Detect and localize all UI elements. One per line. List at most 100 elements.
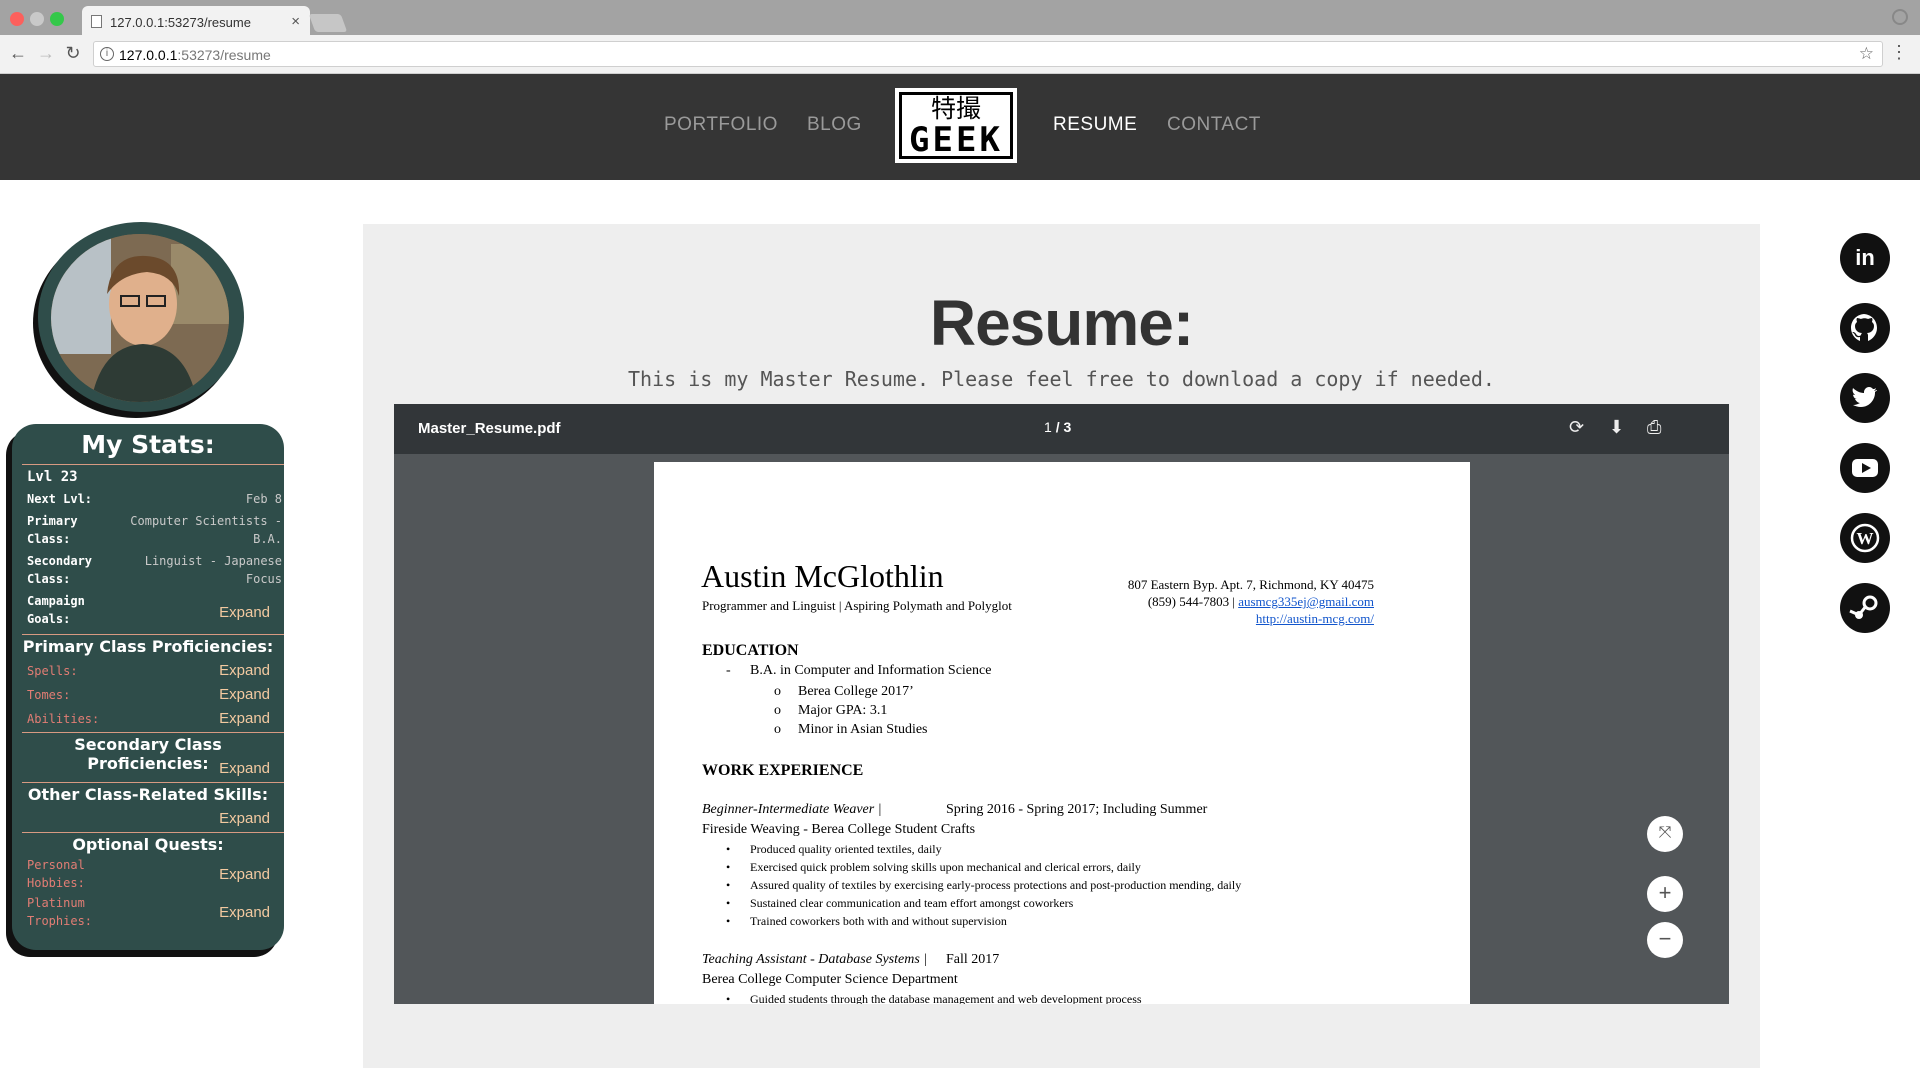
logo-english-text: GEEK <box>909 120 1003 160</box>
pdf-total-pages: 3 <box>1063 419 1072 435</box>
reload-icon[interactable]: ↻ <box>63 43 83 64</box>
list-item: • Assured quality of textiles by exercisi… <box>726 876 1241 894</box>
divider <box>22 832 284 833</box>
list-bullet: • <box>726 896 731 910</box>
job-title: Beginner-Intermediate Weaver | <box>702 802 882 817</box>
expand-abilities[interactable]: Expand <box>219 710 270 727</box>
education-heading: EDUCATION <box>702 642 799 659</box>
list-item-text: Trained coworkers both with and without … <box>750 914 1007 928</box>
rotate-icon[interactable]: ⟳ <box>1569 417 1584 438</box>
maximize-window-button[interactable] <box>50 12 64 26</box>
divider <box>22 634 284 635</box>
resume-website-link[interactable]: http://austin-mcg.com/ <box>994 610 1374 627</box>
stat-value: Computer Scientists - B.A. <box>130 514 282 546</box>
degree-bullet: - <box>726 663 731 678</box>
list-bullet: • <box>726 914 731 928</box>
pdf-current-page[interactable]: 1 <box>1044 419 1052 435</box>
forward-arrow-icon[interactable]: → <box>36 43 56 64</box>
new-tab-button[interactable] <box>308 14 348 32</box>
browser-tab[interactable]: 127.0.0.1:53273/resume × <box>82 6 310 36</box>
list-item-text: Sustained clear communication and team e… <box>750 896 1074 910</box>
github-icon[interactable] <box>1840 303 1890 353</box>
pdf-page-indicator: 1 / 3 <box>1044 419 1071 435</box>
list-bullet: • <box>726 992 731 1004</box>
expand-campaign-goals[interactable]: Expand <box>219 604 270 621</box>
list-item: • Guided students through the database ma… <box>726 990 1142 1004</box>
print-icon[interactable]: ⎙ <box>1647 417 1661 438</box>
zoom-in-button[interactable]: + <box>1647 876 1683 912</box>
site-header: PORTFOLIO BLOG 特撮 GEEK RESUME CONTACT <box>0 74 1920 180</box>
fit-page-button[interactable]: ⤧ <box>1647 816 1683 852</box>
page-title: Resume: <box>929 287 1194 359</box>
list-bullet: o <box>774 722 781 737</box>
linkedin-icon[interactable]: in <box>1840 233 1890 283</box>
close-window-button[interactable] <box>10 12 24 26</box>
site-logo[interactable]: 特撮 GEEK <box>895 88 1017 163</box>
job-dates: Spring 2016 - Spring 2017; Including Sum… <box>946 802 1208 817</box>
wordpress-icon[interactable]: W <box>1840 513 1890 563</box>
steam-icon[interactable] <box>1840 583 1890 633</box>
job-bullets: • Guided students through the database ma… <box>726 990 1142 1004</box>
expand-trophies[interactable]: Expand <box>219 904 270 921</box>
divider <box>22 732 284 733</box>
browser-tab-bar: 127.0.0.1:53273/resume × <box>0 0 1920 36</box>
primary-proficiencies-title: Primary Class Proficiencies: <box>22 637 274 656</box>
close-tab-icon[interactable]: × <box>291 13 300 30</box>
divider <box>22 464 284 465</box>
avatar-frame <box>38 222 244 412</box>
pdf-filename: Master_Resume.pdf <box>418 420 561 437</box>
work-heading: WORK EXPERIENCE <box>702 762 864 779</box>
stat-label: Secondary Class: <box>27 554 93 586</box>
list-item: • Exercised quick problem solving skills … <box>726 858 1241 876</box>
stats-panel: My Stats: Lvl 23 Next Lvl: Feb 8 Primary… <box>12 424 284 950</box>
youtube-icon[interactable] <box>1840 443 1890 493</box>
nav-contact[interactable]: CONTACT <box>1167 114 1261 136</box>
resume-section: Resume: This is my Master Resume. Please… <box>363 224 1760 1068</box>
logo-japanese-text: 特撮 <box>930 94 981 123</box>
stat-label: Campaign Goals: <box>27 594 85 626</box>
proficiency-label: Tomes: <box>27 688 71 702</box>
list-item: • Sustained clear communication and team … <box>726 894 1241 912</box>
list-item-text: Assured quality of textiles by exercisin… <box>750 878 1242 892</box>
pdf-page: Austin McGlothlin Programmer and Linguis… <box>654 462 1470 1004</box>
url-host: 127.0.0.1 <box>119 47 178 63</box>
list-item-text: Exercised quick problem solving skills u… <box>750 860 1141 874</box>
expand-other-skills[interactable]: Expand <box>219 810 270 827</box>
site-info-icon[interactable]: i <box>100 47 114 61</box>
bookmark-star-icon[interactable]: ☆ <box>1859 44 1874 64</box>
list-item-text: Major GPA: 3.1 <box>798 703 888 718</box>
browser-menu-icon[interactable]: ⋮ <box>1890 42 1908 63</box>
nav-portfolio[interactable]: PORTFOLIO <box>664 114 778 136</box>
expand-hobbies[interactable]: Expand <box>219 866 270 883</box>
list-item-text: Berea College 2017’ <box>798 684 914 699</box>
job-dates: Fall 2017 <box>946 952 1000 967</box>
expand-secondary[interactable]: Expand <box>219 760 270 777</box>
nav-resume[interactable]: RESUME <box>1053 114 1137 136</box>
expand-spells[interactable]: Expand <box>219 662 270 679</box>
download-icon[interactable]: ⬇ <box>1609 417 1624 438</box>
twitter-icon[interactable] <box>1840 373 1890 423</box>
stat-value: Feb 8 <box>245 492 282 506</box>
pdf-viewer[interactable]: Master_Resume.pdf 1 / 3 ⟳ ⬇ ⎙ Austin McG… <box>394 404 1729 1004</box>
job-organization: Berea College Computer Science Departmen… <box>702 972 958 987</box>
back-arrow-icon[interactable]: ← <box>8 43 28 64</box>
zoom-out-button[interactable]: − <box>1647 922 1683 958</box>
resume-email-link[interactable]: ausmcg335ej@gmail.com <box>1238 594 1374 609</box>
contact-block: 807 Eastern Byp. Apt. 7, Richmond, KY 40… <box>994 576 1374 627</box>
list-item: • Trained coworkers both with and without… <box>726 912 1241 930</box>
minimize-window-button[interactable] <box>30 12 44 26</box>
education-list: o Berea College 2017’ o Major GPA: 3.1 o Mi… <box>774 682 928 739</box>
nav-blog[interactable]: BLOG <box>807 114 862 136</box>
job-title: Teaching Assistant - Database Systems | <box>702 952 928 967</box>
list-bullet: • <box>726 842 731 856</box>
pdf-toolbar: Master_Resume.pdf 1 / 3 ⟳ ⬇ ⎙ <box>394 404 1729 454</box>
list-item: o Minor in Asian Studies <box>774 720 928 739</box>
avatar <box>51 234 229 402</box>
profile-icon[interactable] <box>1892 9 1908 25</box>
resume-name: Austin McGlothlin <box>701 558 944 594</box>
page-favicon-icon <box>91 15 102 28</box>
browser-toolbar: ← → ↻ i 127.0.0.1:53273/resume ☆ ⋮ <box>0 35 1920 74</box>
expand-tomes[interactable]: Expand <box>219 686 270 703</box>
address-bar[interactable]: i 127.0.0.1:53273/resume ☆ <box>93 41 1883 67</box>
resume-address: 807 Eastern Byp. Apt. 7, Richmond, KY 40… <box>1127 577 1374 592</box>
